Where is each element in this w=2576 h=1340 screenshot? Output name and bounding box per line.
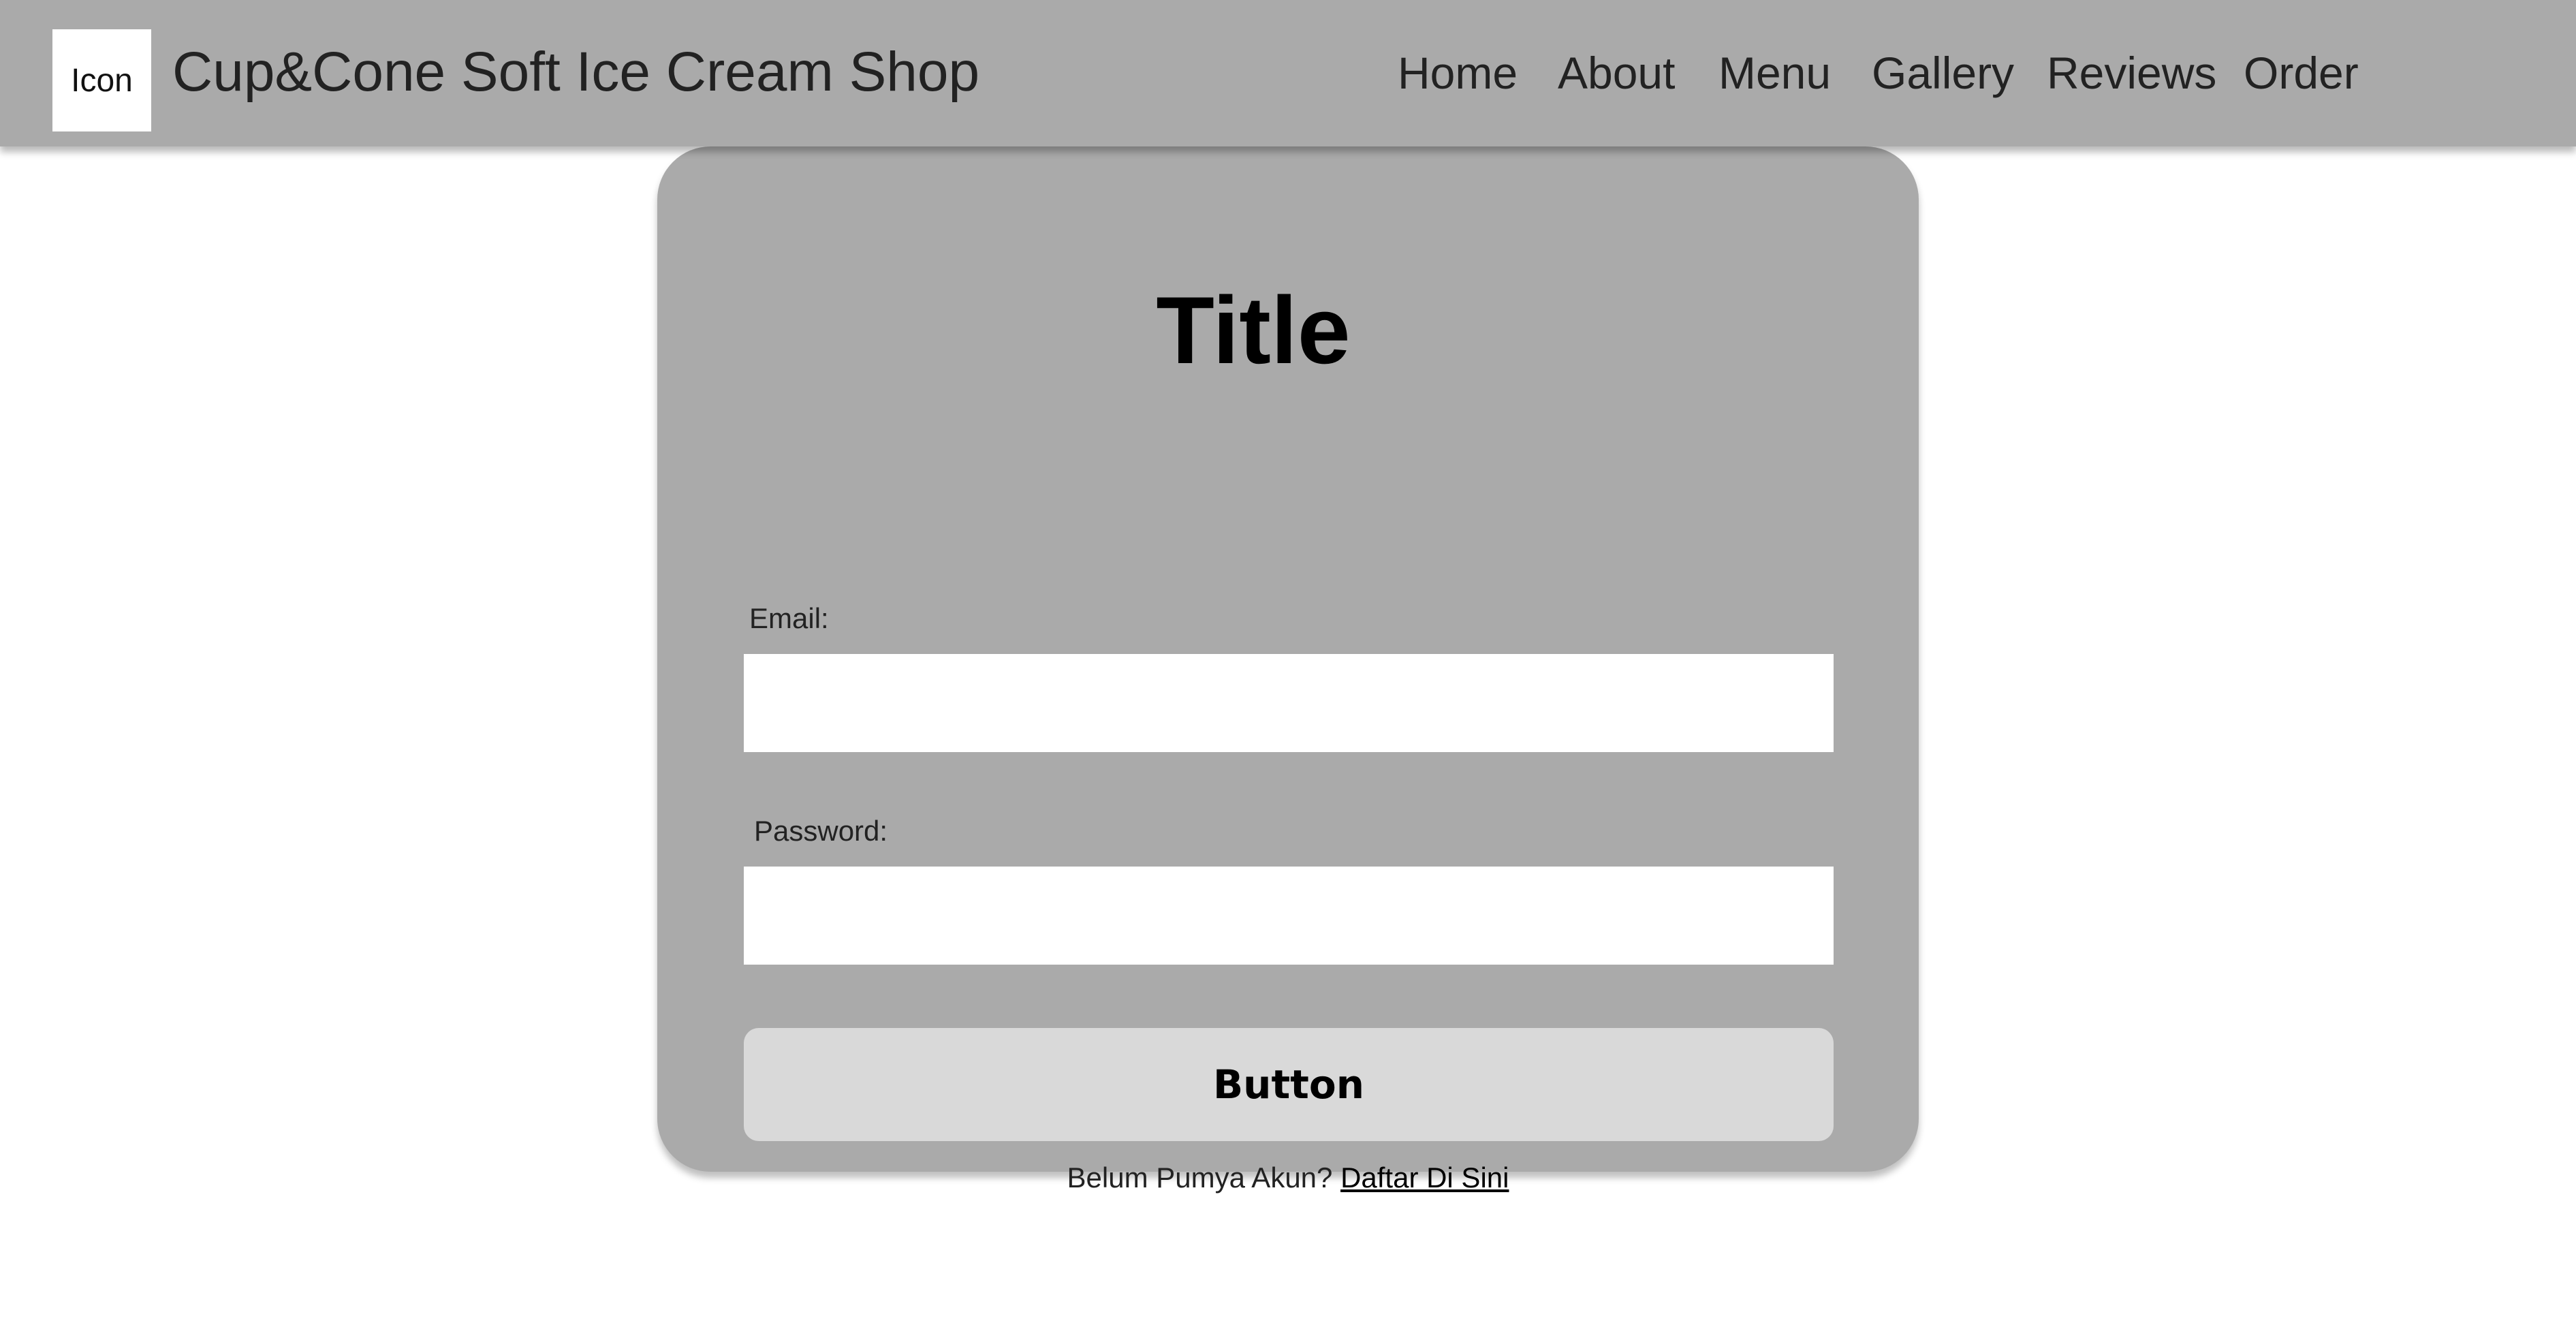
nav-item-menu[interactable]: Menu [1718,42,1831,104]
top-navbar: Icon Cup&Cone Soft Ice Cream Shop Home A… [0,0,2576,146]
nav-item-about[interactable]: About [1558,42,1675,104]
brand-title[interactable]: Cup&Cone Soft Ice Cream Shop [172,35,979,109]
password-input[interactable] [744,867,1834,965]
nav-item-gallery[interactable]: Gallery [1872,42,2014,104]
nav-item-reviews[interactable]: Reviews [2047,42,2216,104]
nav-item-order[interactable]: Order [2244,42,2359,104]
signup-link[interactable]: Daftar Di Sini [1340,1162,1509,1194]
submit-button[interactable]: Button [744,1028,1834,1141]
email-label: Email: [749,602,829,634]
password-label: Password: [754,815,888,847]
email-input[interactable] [744,654,1834,752]
logo-placeholder-icon[interactable]: Icon [52,29,151,131]
login-card: Title Email: Password: Button Belum Pumy… [657,146,1919,1194]
form-title: Title [1156,277,1351,384]
signup-prompt-text: Belum Pumya Akun? [1067,1162,1333,1194]
logo-text: Icon [71,62,133,99]
signup-prompt-row: Belum Pumya Akun? Daftar Di Sini [657,1159,1919,1197]
nav-item-home[interactable]: Home [1398,42,1518,104]
